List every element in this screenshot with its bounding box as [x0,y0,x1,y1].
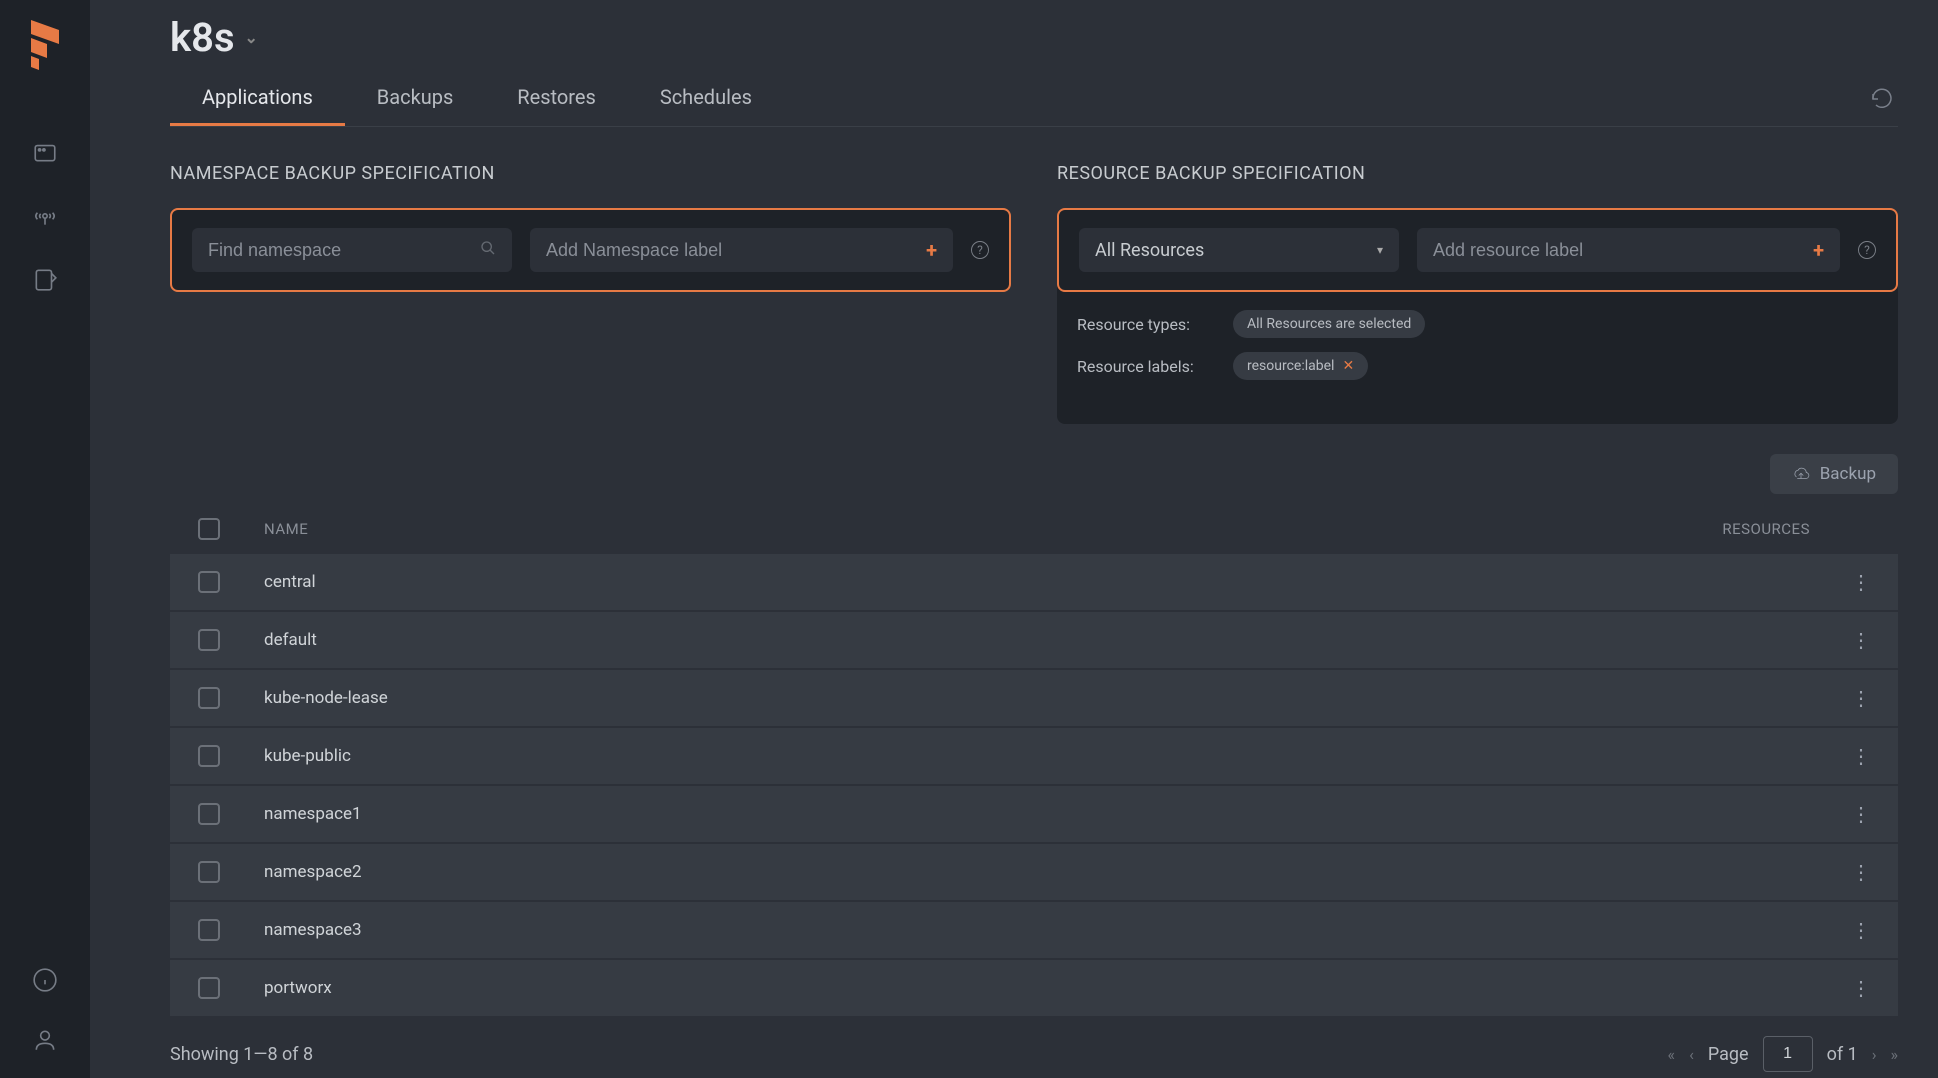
namespace-name: default [264,630,317,650]
column-name: NAME [264,520,308,538]
resources-dropdown[interactable]: All Resources ▾ [1079,228,1399,272]
namespace-table: NAME RESOURCES central ⋮ default ⋮ kube-… [170,504,1898,1018]
cluster-dropdown[interactable]: k8s ⌄ [170,14,258,61]
plus-icon: + [926,238,937,262]
resource-spec-title: RESOURCE BACKUP SPECIFICATION [1057,163,1898,184]
resource-types-chip: All Resources are selected [1233,310,1425,338]
namespace-name: kube-node-lease [264,688,388,708]
table-row: default ⋮ [170,612,1898,668]
help-icon[interactable]: ? [1858,241,1876,259]
row-checkbox[interactable] [198,629,220,651]
remove-chip-icon[interactable]: ✕ [1342,358,1354,374]
namespace-name: central [264,572,316,592]
namespace-name: namespace2 [264,862,362,882]
info-icon[interactable] [31,966,59,994]
resource-types-label: Resource types: [1077,315,1217,334]
table-row: kube-node-lease ⋮ [170,670,1898,726]
tab-applications[interactable]: Applications [170,71,345,126]
row-checkbox[interactable] [198,919,220,941]
resource-labels-label: Resource labels: [1077,357,1217,376]
page-input[interactable] [1763,1036,1813,1072]
table-row: namespace1 ⋮ [170,786,1898,842]
resource-label-chip: resource:label ✕ [1233,352,1368,380]
namespace-name: kube-public [264,746,351,766]
refresh-icon[interactable] [1870,85,1898,113]
row-checkbox[interactable] [198,687,220,709]
tab-backups[interactable]: Backups [345,71,486,126]
broadcast-icon[interactable] [31,202,59,230]
showing-text: Showing 1—8 of 8 [170,1044,313,1065]
row-menu-icon[interactable]: ⋮ [1851,918,1870,942]
namespace-name: portworx [264,978,332,998]
tab-restores[interactable]: Restores [485,71,628,126]
add-namespace-label-input[interactable]: + [530,228,953,272]
column-resources: RESOURCES [1722,520,1810,538]
row-checkbox[interactable] [198,571,220,593]
dashboard-icon[interactable] [31,138,59,166]
row-checkbox[interactable] [198,745,220,767]
table-row: kube-public ⋮ [170,728,1898,784]
namespace-spec: NAMESPACE BACKUP SPECIFICATION + ? [170,163,1011,424]
page-total: of 1 [1827,1044,1858,1065]
namespace-spec-box: + ? [170,208,1011,292]
tabs: Applications Backups Restores Schedules [170,71,1898,127]
cluster-name: k8s [170,14,235,61]
chevron-down-icon: ▾ [1377,243,1383,257]
search-icon [480,240,496,261]
row-menu-icon[interactable]: ⋮ [1851,686,1870,710]
row-checkbox[interactable] [198,803,220,825]
resource-spec-box: All Resources ▾ + ? [1057,208,1898,292]
user-icon[interactable] [31,1026,59,1054]
main-content: k8s ⌄ Applications Backups Restores Sche… [90,0,1938,1078]
row-menu-icon[interactable]: ⋮ [1851,628,1870,652]
row-menu-icon[interactable]: ⋮ [1851,860,1870,884]
select-all-checkbox[interactable] [198,518,220,540]
help-icon[interactable]: ? [971,241,989,259]
table-row: namespace2 ⋮ [170,844,1898,900]
row-menu-icon[interactable]: ⋮ [1851,570,1870,594]
namespace-name: namespace3 [264,920,362,940]
page-label: Page [1708,1044,1749,1065]
last-page-icon[interactable]: » [1891,1045,1899,1064]
first-page-icon[interactable]: « [1668,1045,1676,1064]
row-menu-icon[interactable]: ⋮ [1851,744,1870,768]
prev-page-icon[interactable]: ‹ [1689,1045,1694,1064]
resource-spec: RESOURCE BACKUP SPECIFICATION All Resour… [1057,163,1898,424]
find-namespace-input[interactable] [192,228,512,272]
table-row: namespace3 ⋮ [170,902,1898,958]
sidebar [0,0,90,1078]
tab-schedules[interactable]: Schedules [628,71,784,126]
next-page-icon[interactable]: › [1872,1045,1877,1064]
table-row: central ⋮ [170,554,1898,610]
notes-icon[interactable] [31,266,59,294]
pagination: « ‹ Page of 1 › » [1668,1036,1898,1072]
backup-button[interactable]: Backup [1770,454,1898,494]
row-menu-icon[interactable]: ⋮ [1851,802,1870,826]
row-checkbox[interactable] [198,861,220,883]
logo [27,16,63,78]
namespace-spec-title: NAMESPACE BACKUP SPECIFICATION [170,163,1011,184]
cloud-upload-icon [1792,465,1810,483]
row-menu-icon[interactable]: ⋮ [1851,976,1870,1000]
namespace-name: namespace1 [264,804,362,824]
plus-icon: + [1813,238,1824,262]
add-resource-label-input[interactable]: + [1417,228,1840,272]
chevron-down-icon: ⌄ [245,28,258,47]
row-checkbox[interactable] [198,977,220,999]
table-row: portworx ⋮ [170,960,1898,1016]
